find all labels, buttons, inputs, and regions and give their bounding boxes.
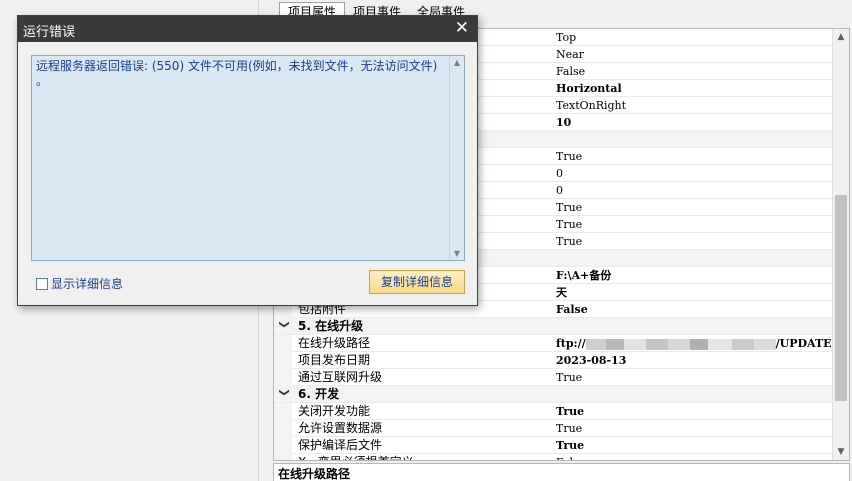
- property-value-text: TextOnRight: [556, 99, 627, 112]
- chevron-down-icon[interactable]: ❯: [279, 320, 290, 328]
- property-value[interactable]: F:\A+备份: [556, 267, 611, 284]
- property-row[interactable]: 允许设置数据源 True: [274, 420, 833, 437]
- property-value[interactable]: 0: [556, 182, 563, 199]
- property-value-text: Top: [556, 31, 577, 44]
- property-value-text: 天: [556, 286, 567, 299]
- error-dialog: 运行错误 ✕ 远程服务器返回错误: (550) 文件不可用(例如，未找到文件，无…: [17, 15, 478, 306]
- property-value[interactable]: True: [556, 199, 582, 216]
- category-name: 5. 在线升级: [298, 319, 364, 333]
- property-value[interactable]: 天: [556, 284, 567, 301]
- property-row[interactable]: 关闭开发功能 True: [274, 403, 833, 420]
- category-row[interactable]: ❯ 6. 开发: [274, 386, 833, 403]
- message-scrollbar[interactable]: ▲ ▼: [449, 56, 464, 260]
- property-value[interactable]: True: [556, 420, 582, 437]
- property-row[interactable]: 项目发布日期 2023-08-13: [274, 352, 833, 369]
- error-message-text: 远程服务器返回错误: (550) 文件不可用(例如，未找到文件，无法访问文件) …: [36, 59, 438, 88]
- property-row[interactable]: 在线升级路径 ftp:// /UPDATE: [274, 335, 833, 352]
- dialog-title: 运行错误: [23, 25, 76, 40]
- grid-vertical-scrollbar[interactable]: ▲ ▼: [832, 29, 849, 460]
- property-name: X...变里必须根首定义: [298, 454, 414, 460]
- property-value-text: True: [556, 218, 583, 231]
- property-value[interactable]: False: [556, 301, 588, 318]
- property-value-text: ftp://: [556, 337, 586, 350]
- close-icon[interactable]: ✕: [455, 18, 469, 38]
- row-gutter: [274, 454, 292, 460]
- show-details-checkbox[interactable]: 显示详细信息: [36, 275, 123, 292]
- property-value[interactable]: True: [556, 403, 584, 420]
- property-value-text: True: [556, 201, 583, 214]
- property-name: 关闭开发功能: [298, 404, 371, 418]
- property-value-text: 0: [556, 167, 563, 180]
- property-row[interactable]: 通过互联网升级 True: [274, 369, 833, 386]
- row-gutter: [274, 335, 292, 352]
- row-gutter: [274, 369, 292, 386]
- property-value[interactable]: Fal: [556, 454, 573, 460]
- property-value[interactable]: 0: [556, 165, 563, 182]
- category-row[interactable]: ❯ 5. 在线升级: [274, 318, 833, 335]
- property-name: 在线升级路径: [298, 336, 371, 350]
- row-gutter: [274, 403, 292, 420]
- property-value-text: True: [556, 422, 583, 435]
- property-value-text: True: [556, 405, 585, 418]
- scroll-up-icon[interactable]: ▲: [450, 58, 464, 67]
- property-value-text: 2023-08-13: [556, 354, 627, 367]
- description-title: 在线升级路径: [278, 467, 351, 481]
- property-value-text: 0: [556, 184, 563, 197]
- property-value[interactable]: True: [556, 369, 582, 386]
- property-value-text: False: [556, 65, 586, 78]
- property-value[interactable]: 2023-08-13: [556, 352, 626, 369]
- scroll-down-icon[interactable]: ▼: [450, 249, 464, 258]
- property-row[interactable]: 保护编译后文件 True: [274, 437, 833, 454]
- property-value-text: Near: [556, 48, 584, 61]
- property-name: 保护编译后文件: [298, 438, 383, 452]
- checkbox-box[interactable]: [36, 277, 48, 290]
- property-value[interactable]: True: [556, 216, 582, 233]
- property-value[interactable]: Horizontal: [556, 80, 622, 97]
- property-value-text: Horizontal: [556, 82, 622, 95]
- property-value-text: Fal: [556, 456, 573, 460]
- error-message-box[interactable]: 远程服务器返回错误: (550) 文件不可用(例如，未找到文件，无法访问文件) …: [31, 55, 465, 261]
- property-name: 通过互联网升级: [298, 370, 383, 384]
- row-gutter: [274, 352, 292, 369]
- scroll-thumb[interactable]: [835, 195, 847, 401]
- property-value[interactable]: Near: [556, 46, 584, 63]
- property-value[interactable]: True: [556, 437, 584, 454]
- property-value[interactable]: 10: [556, 114, 571, 131]
- property-value-text: False: [556, 303, 588, 316]
- property-value[interactable]: Top: [556, 29, 576, 46]
- property-value-text: 10: [556, 116, 572, 129]
- property-name: 允许设置数据源: [298, 421, 383, 435]
- property-value[interactable]: TextOnRight: [556, 97, 626, 114]
- show-details-label: 显示详细信息: [51, 277, 124, 291]
- category-name: 6. 开发: [298, 387, 340, 401]
- property-value-suffix: /UPDATE: [775, 337, 832, 350]
- scroll-down-icon[interactable]: ▼: [833, 444, 849, 460]
- description-pane: 在线升级路径: [273, 463, 850, 481]
- property-value[interactable]: True: [556, 148, 582, 165]
- row-gutter: [274, 437, 292, 454]
- chevron-down-icon[interactable]: ❯: [279, 388, 290, 396]
- property-value-text: True: [556, 439, 585, 452]
- property-value-text: True: [556, 235, 583, 248]
- property-name: 项目发布日期: [298, 353, 371, 367]
- property-value-text: True: [556, 371, 583, 384]
- scroll-up-icon[interactable]: ▲: [833, 29, 849, 45]
- property-row[interactable]: X...变里必须根首定义 Fal: [274, 454, 833, 460]
- property-value-text: True: [556, 150, 583, 163]
- property-value[interactable]: True: [556, 233, 582, 250]
- row-gutter: [274, 420, 292, 437]
- property-value[interactable]: ftp:// /UPDATE: [556, 335, 832, 352]
- redacted-region: [585, 338, 776, 350]
- dialog-titlebar: 运行错误 ✕: [18, 16, 477, 42]
- property-value[interactable]: False: [556, 63, 585, 80]
- property-value-text: F:\A+备份: [556, 269, 612, 282]
- copy-details-button[interactable]: 复制详细信息: [369, 270, 465, 294]
